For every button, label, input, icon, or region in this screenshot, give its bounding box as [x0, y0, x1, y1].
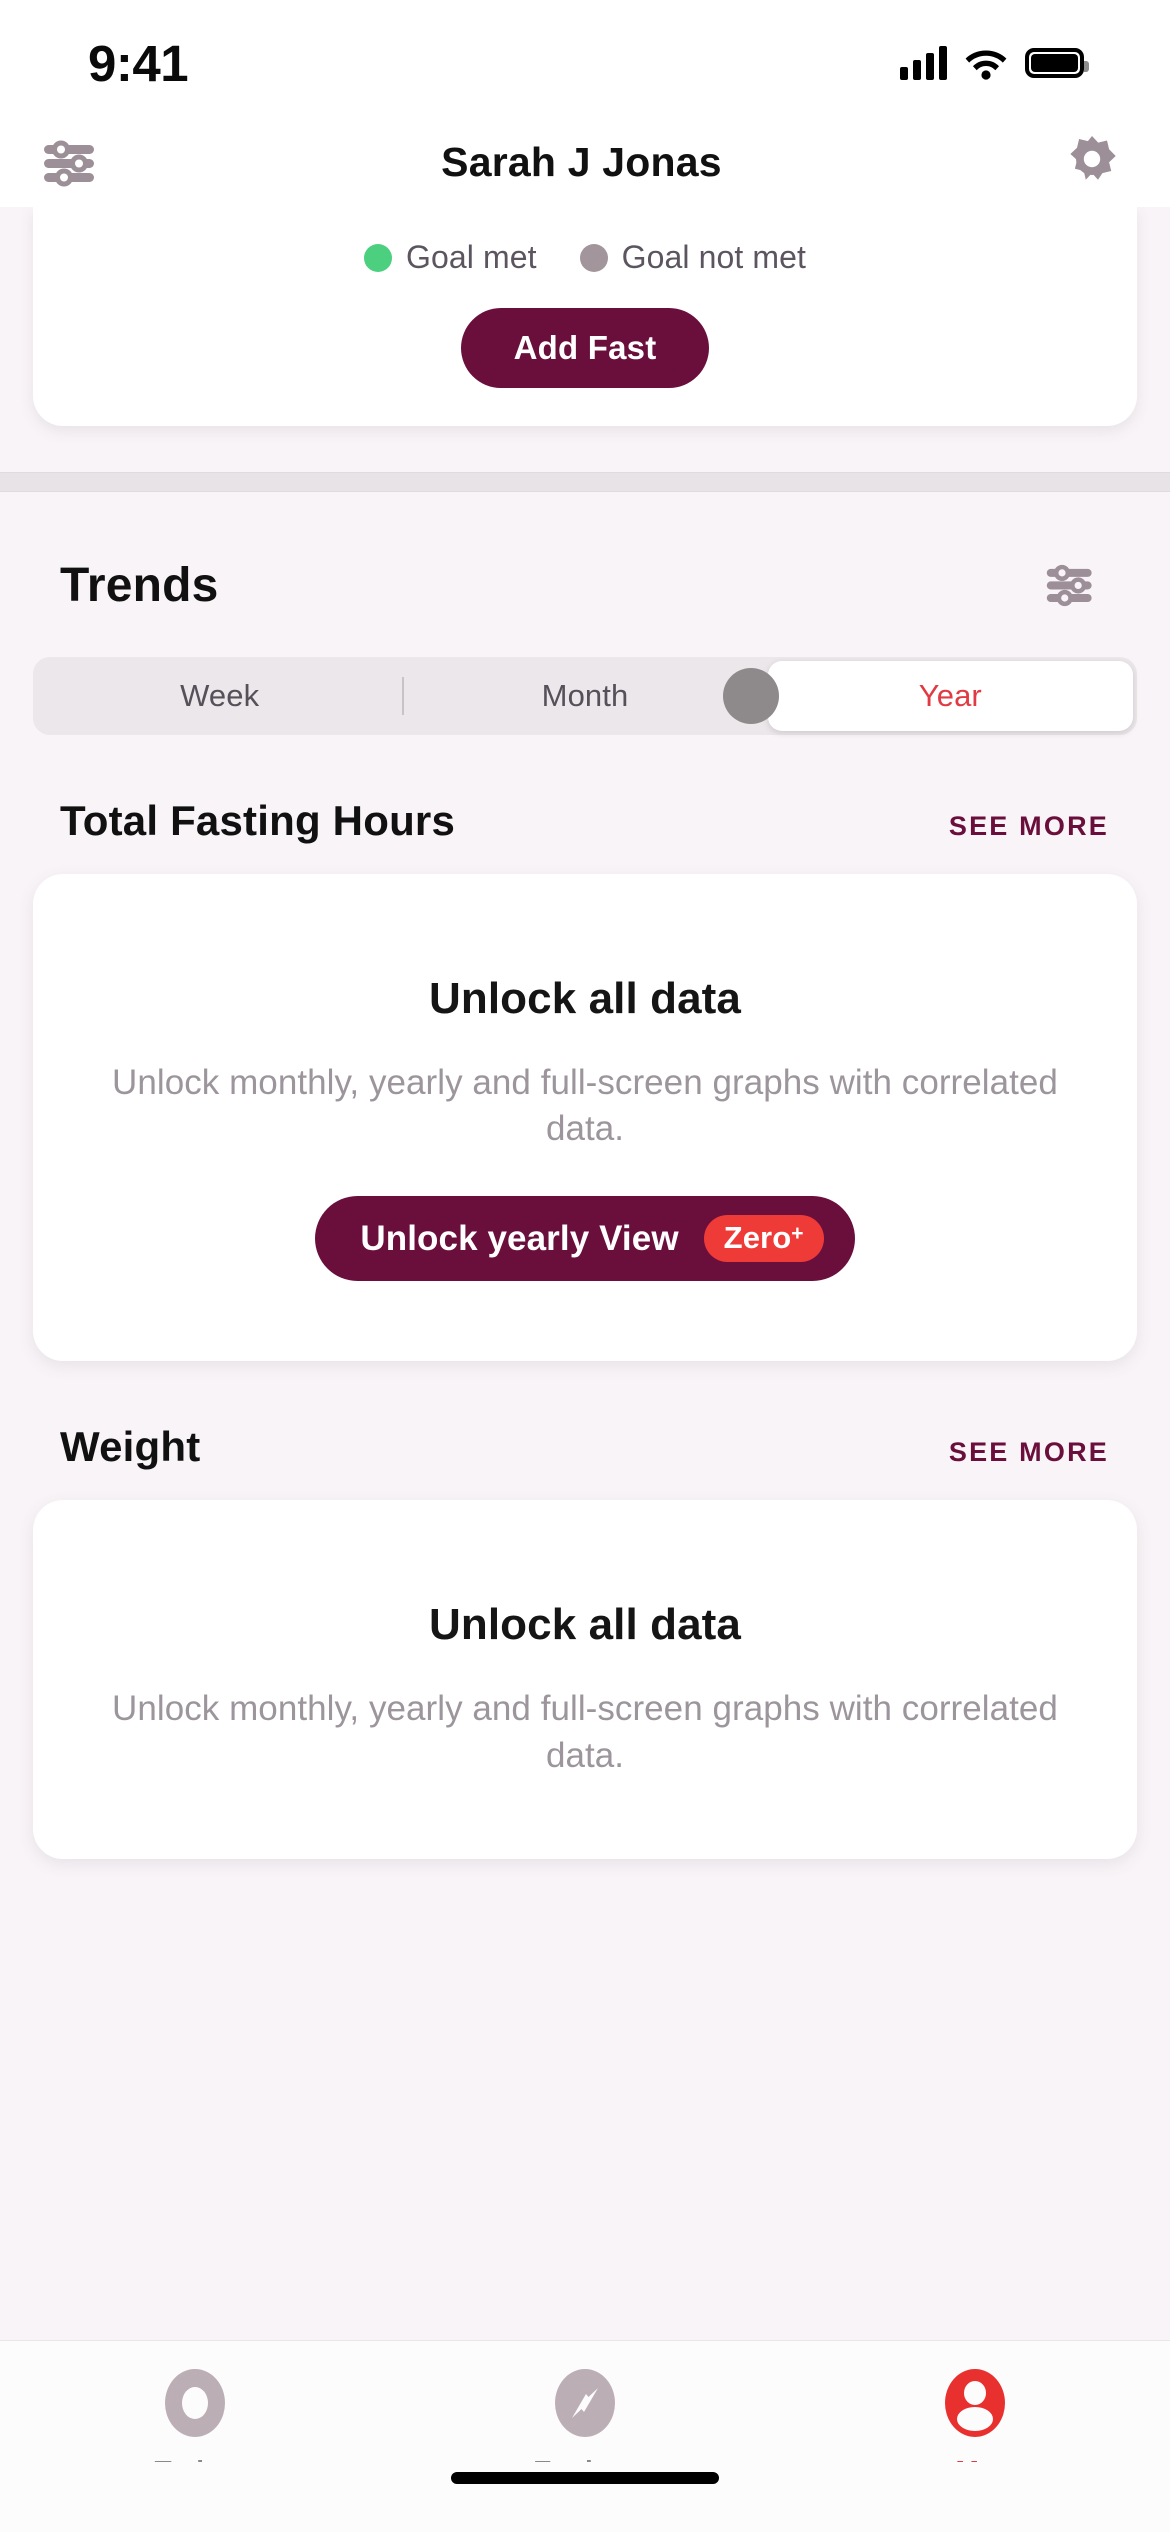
- trends-header: Trends: [33, 492, 1137, 623]
- ring-icon: [165, 2369, 225, 2437]
- see-more-link-weight[interactable]: SEE MORE: [949, 1437, 1109, 1468]
- see-more-link-fasting[interactable]: SEE MORE: [949, 811, 1109, 842]
- trends-filter-icon[interactable]: [1033, 547, 1109, 623]
- sliders-icon-glyph: [44, 140, 94, 186]
- legend-item-goal-met: Goal met: [363, 239, 537, 276]
- section-divider: [0, 472, 1170, 492]
- legend-label: Goal not met: [621, 239, 807, 275]
- add-fast-container: Add Fast: [33, 276, 1137, 388]
- person-icon: [945, 2369, 1005, 2437]
- badge-superscript: +: [791, 1222, 804, 1246]
- unlock-description: Unlock monthly, yearly and full-screen g…: [112, 1063, 1058, 1149]
- sliders-icon-glyph: [1046, 564, 1092, 607]
- zero-plus-badge: Zero +: [703, 1215, 824, 1263]
- gear-icon[interactable]: [1054, 125, 1130, 201]
- status-time: 9:41: [88, 34, 189, 92]
- badge-text: Zero: [723, 1220, 792, 1256]
- home-indicator[interactable]: [451, 2472, 719, 2484]
- unlock-button-container: Unlock yearly View Zero +: [83, 1152, 1087, 1282]
- compass-icon: [555, 2369, 615, 2437]
- goal-met-dot-icon: [363, 243, 392, 272]
- unlock-yearly-view-button[interactable]: Unlock yearly View Zero +: [315, 1196, 855, 1282]
- chart-legend: Goal met Goal not met: [33, 225, 1137, 276]
- app-screen: 9:41 Sarah J Jonas Goal met Goal not met…: [0, 0, 1170, 2532]
- sliders-icon[interactable]: [33, 125, 109, 201]
- unlock-button-label: Unlock yearly View: [360, 1218, 679, 1258]
- add-fast-button[interactable]: Add Fast: [460, 308, 710, 388]
- section-title: Total Fasting Hours: [60, 797, 456, 844]
- weight-header: Weight SEE MORE: [33, 1361, 1137, 1471]
- segment-week[interactable]: Week: [37, 661, 402, 731]
- home-indicator-area: [0, 2462, 1170, 2532]
- status-bar: 9:41: [0, 0, 1170, 118]
- gear-icon-glyph: [1070, 135, 1116, 180]
- unlock-heading: Unlock all data: [428, 1600, 742, 1650]
- period-segmented-control[interactable]: Week Month Year: [33, 657, 1137, 735]
- legend-label: Goal met: [405, 239, 537, 275]
- segment-year[interactable]: Year: [767, 661, 1133, 731]
- scroll-content[interactable]: Goal met Goal not met Add Fast Trends We…: [0, 207, 1170, 2340]
- nav-header: Sarah J Jonas: [0, 118, 1170, 207]
- page-title: Sarah J Jonas: [441, 139, 722, 185]
- total-fasting-hours-header: Total Fasting Hours SEE MORE: [33, 735, 1137, 845]
- unlock-card-fasting: Unlock all data Unlock monthly, yearly a…: [33, 874, 1137, 1362]
- unlock-card-weight: Unlock all data Unlock monthly, yearly a…: [33, 1500, 1137, 1859]
- fasting-summary-card: Goal met Goal not met Add Fast: [33, 207, 1137, 426]
- trends-section: Trends Week Month Year Total Fasting Hou…: [0, 492, 1170, 1859]
- segment-month[interactable]: Month: [402, 661, 767, 731]
- battery-icon: [1025, 48, 1089, 78]
- unlock-description: Unlock monthly, yearly and full-screen g…: [112, 1689, 1058, 1775]
- status-indicators: [900, 38, 1089, 80]
- unlock-heading: Unlock all data: [428, 974, 742, 1023]
- signal-bars-icon: [900, 46, 947, 80]
- trends-title: Trends: [60, 558, 219, 612]
- section-title: Weight: [60, 1423, 201, 1471]
- goal-not-met-dot-icon: [579, 243, 608, 272]
- legend-item-goal-not-met: Goal not met: [579, 239, 807, 276]
- wifi-icon: [965, 50, 1007, 80]
